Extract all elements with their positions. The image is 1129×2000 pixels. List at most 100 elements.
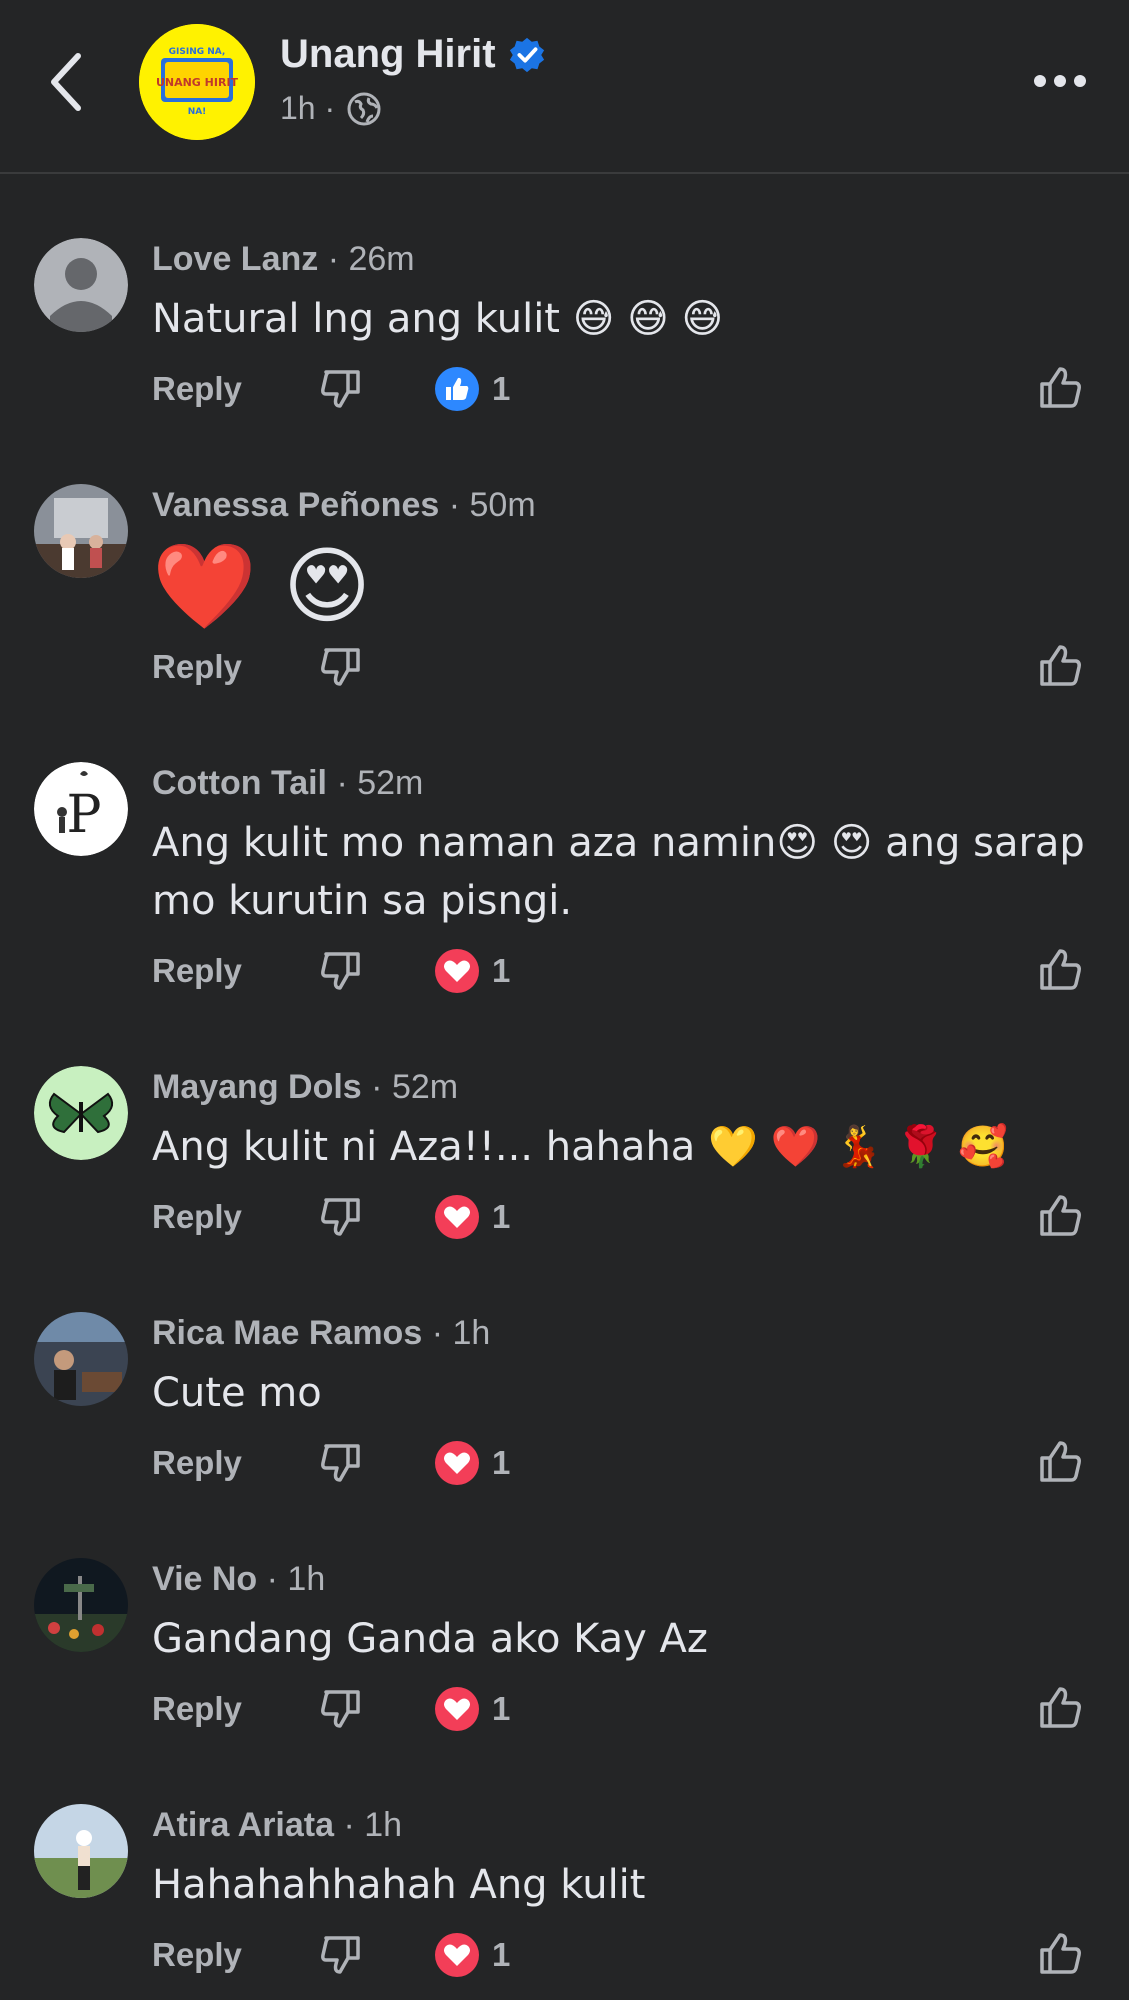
reaction-summary[interactable]: 1 bbox=[434, 366, 510, 412]
love-reaction-icon bbox=[435, 949, 479, 993]
comment-time: · 50m bbox=[448, 486, 536, 524]
logo-text-bottom: NA! bbox=[188, 107, 207, 117]
photo-avatar bbox=[34, 1558, 128, 1652]
comment-time: · 52m bbox=[371, 1068, 459, 1106]
reply-button[interactable]: Reply bbox=[152, 1690, 242, 1728]
post-header: GISING NA, UNANG HIRIT NA! Unang Hirit 1… bbox=[0, 0, 1129, 174]
reply-button[interactable]: Reply bbox=[152, 952, 242, 990]
like-icon[interactable] bbox=[1036, 1438, 1084, 1486]
more-options-icon[interactable] bbox=[1030, 66, 1090, 96]
reply-button[interactable]: Reply bbox=[152, 1936, 242, 1974]
comment-actions: Reply 1 bbox=[152, 1440, 1092, 1490]
reaction-summary[interactable]: 1 bbox=[434, 1194, 510, 1240]
reply-button[interactable]: Reply bbox=[152, 1198, 242, 1236]
like-icon[interactable] bbox=[1036, 1684, 1084, 1732]
commenter-avatar[interactable]: P bbox=[34, 762, 128, 856]
juliet-logo-avatar: P bbox=[34, 762, 128, 856]
comment-actions: Reply 1 bbox=[152, 1194, 1092, 1244]
comment-text: Gandang Ganda ako Kay Az bbox=[152, 1616, 708, 1662]
like-icon[interactable] bbox=[1036, 1192, 1084, 1240]
love-reaction-icon bbox=[435, 1195, 479, 1239]
reaction-summary[interactable]: 1 bbox=[434, 948, 510, 994]
dislike-icon[interactable] bbox=[318, 1686, 364, 1732]
globe-icon bbox=[347, 92, 381, 125]
commenter-avatar[interactable] bbox=[34, 1066, 128, 1160]
photo-avatar bbox=[34, 1312, 128, 1406]
love-reaction-icon bbox=[435, 1687, 479, 1731]
page-title[interactable]: Unang Hirit bbox=[280, 32, 546, 77]
comment-header: Atira Ariata · 1h bbox=[152, 1806, 402, 1845]
commenter-avatar[interactable] bbox=[34, 238, 128, 332]
comment-header: Vie No · 1h bbox=[152, 1560, 325, 1599]
reaction-count: 1 bbox=[492, 1690, 511, 1727]
post-meta: 1h · bbox=[280, 90, 381, 127]
reaction-count: 1 bbox=[492, 1198, 511, 1235]
like-icon[interactable] bbox=[1036, 364, 1084, 412]
reaction-summary[interactable]: 1 bbox=[434, 1686, 510, 1732]
comment-text: Ang kulit ni Aza!!... hahaha 💛 ❤️ 💃 🌹 🥰 bbox=[152, 1124, 1008, 1170]
comment-actions: Reply 1 bbox=[152, 948, 1092, 998]
unang-hirit-logo: GISING NA, UNANG HIRIT NA! bbox=[139, 24, 255, 140]
comment-text: Hahahahhahah Ang kulit bbox=[152, 1862, 646, 1908]
default-avatar-icon bbox=[34, 238, 128, 332]
commenter-avatar[interactable] bbox=[34, 1804, 128, 1898]
like-icon[interactable] bbox=[1036, 1930, 1084, 1978]
commenter-avatar[interactable] bbox=[34, 484, 128, 578]
like-icon[interactable] bbox=[1036, 946, 1084, 994]
comment-header: Vanessa Peñones · 50m bbox=[152, 486, 536, 525]
dislike-icon[interactable] bbox=[318, 1440, 364, 1486]
dislike-icon[interactable] bbox=[318, 644, 364, 690]
comment-time: · 1h bbox=[266, 1560, 326, 1598]
reaction-summary[interactable]: 1 bbox=[434, 1440, 510, 1486]
comment-author[interactable]: Rica Mae Ramos bbox=[152, 1314, 422, 1352]
dislike-icon[interactable] bbox=[318, 1194, 364, 1240]
svg-text:P: P bbox=[67, 785, 102, 845]
reply-button[interactable]: Reply bbox=[152, 648, 242, 686]
comment-header: Rica Mae Ramos · 1h bbox=[152, 1314, 490, 1353]
commenter-avatar[interactable] bbox=[34, 1558, 128, 1652]
comment-author[interactable]: Vie No bbox=[152, 1560, 257, 1598]
comment-time: · 1h bbox=[343, 1806, 403, 1844]
comment-time: · 1h bbox=[431, 1314, 491, 1352]
comment-author[interactable]: Mayang Dols bbox=[152, 1068, 362, 1106]
comment-actions: Reply 1 bbox=[152, 1932, 1092, 1982]
like-icon[interactable] bbox=[1036, 642, 1084, 690]
comment-author[interactable]: Atira Ariata bbox=[152, 1806, 334, 1844]
photo-avatar bbox=[34, 1804, 128, 1898]
reaction-count: 1 bbox=[492, 370, 511, 407]
reaction-summary[interactable]: 1 bbox=[434, 1932, 510, 1978]
comment-text: Natural lng ang kulit 😅 😅 😅 bbox=[152, 296, 724, 342]
comment-actions: Reply bbox=[152, 644, 1092, 694]
logo-text-main: UNANG HIRIT bbox=[156, 76, 239, 89]
dislike-icon[interactable] bbox=[318, 948, 364, 994]
verified-badge-icon bbox=[509, 37, 544, 72]
reaction-count: 1 bbox=[492, 952, 511, 989]
comment-author[interactable]: Cotton Tail bbox=[152, 764, 327, 802]
page-avatar[interactable]: GISING NA, UNANG HIRIT NA! bbox=[139, 24, 255, 140]
butterfly-avatar bbox=[34, 1066, 128, 1160]
comment-text: Ang kulit mo naman aza namin😍 😍 ang sara… bbox=[152, 820, 1085, 924]
comment-author[interactable]: Love Lanz bbox=[152, 240, 318, 278]
love-reaction-icon bbox=[435, 1933, 479, 1977]
comment-author[interactable]: Vanessa Peñones bbox=[152, 486, 439, 524]
comment-actions: Reply 1 bbox=[152, 1686, 1092, 1736]
commenter-avatar[interactable] bbox=[34, 1312, 128, 1406]
reaction-count: 1 bbox=[492, 1936, 511, 1973]
comment-actions: Reply 1 bbox=[152, 366, 1092, 416]
post-time: 1h · bbox=[280, 90, 336, 126]
comment-header: Mayang Dols · 52m bbox=[152, 1068, 458, 1107]
reply-button[interactable]: Reply bbox=[152, 1444, 242, 1482]
page-name[interactable]: Unang Hirit bbox=[280, 32, 496, 77]
comment-text: Cute mo bbox=[152, 1370, 322, 1416]
dislike-icon[interactable] bbox=[318, 366, 364, 412]
reply-button[interactable]: Reply bbox=[152, 370, 242, 408]
love-reaction-icon bbox=[435, 1441, 479, 1485]
photo-avatar bbox=[34, 484, 128, 578]
logo-text-top: GISING NA, bbox=[169, 47, 226, 57]
dislike-icon[interactable] bbox=[318, 1932, 364, 1978]
back-arrow-icon[interactable] bbox=[46, 50, 86, 114]
comment-time: · 26m bbox=[327, 240, 415, 278]
comment-header: Cotton Tail · 52m bbox=[152, 764, 423, 803]
like-reaction-icon bbox=[435, 367, 479, 411]
comment-header: Love Lanz · 26m bbox=[152, 240, 415, 279]
